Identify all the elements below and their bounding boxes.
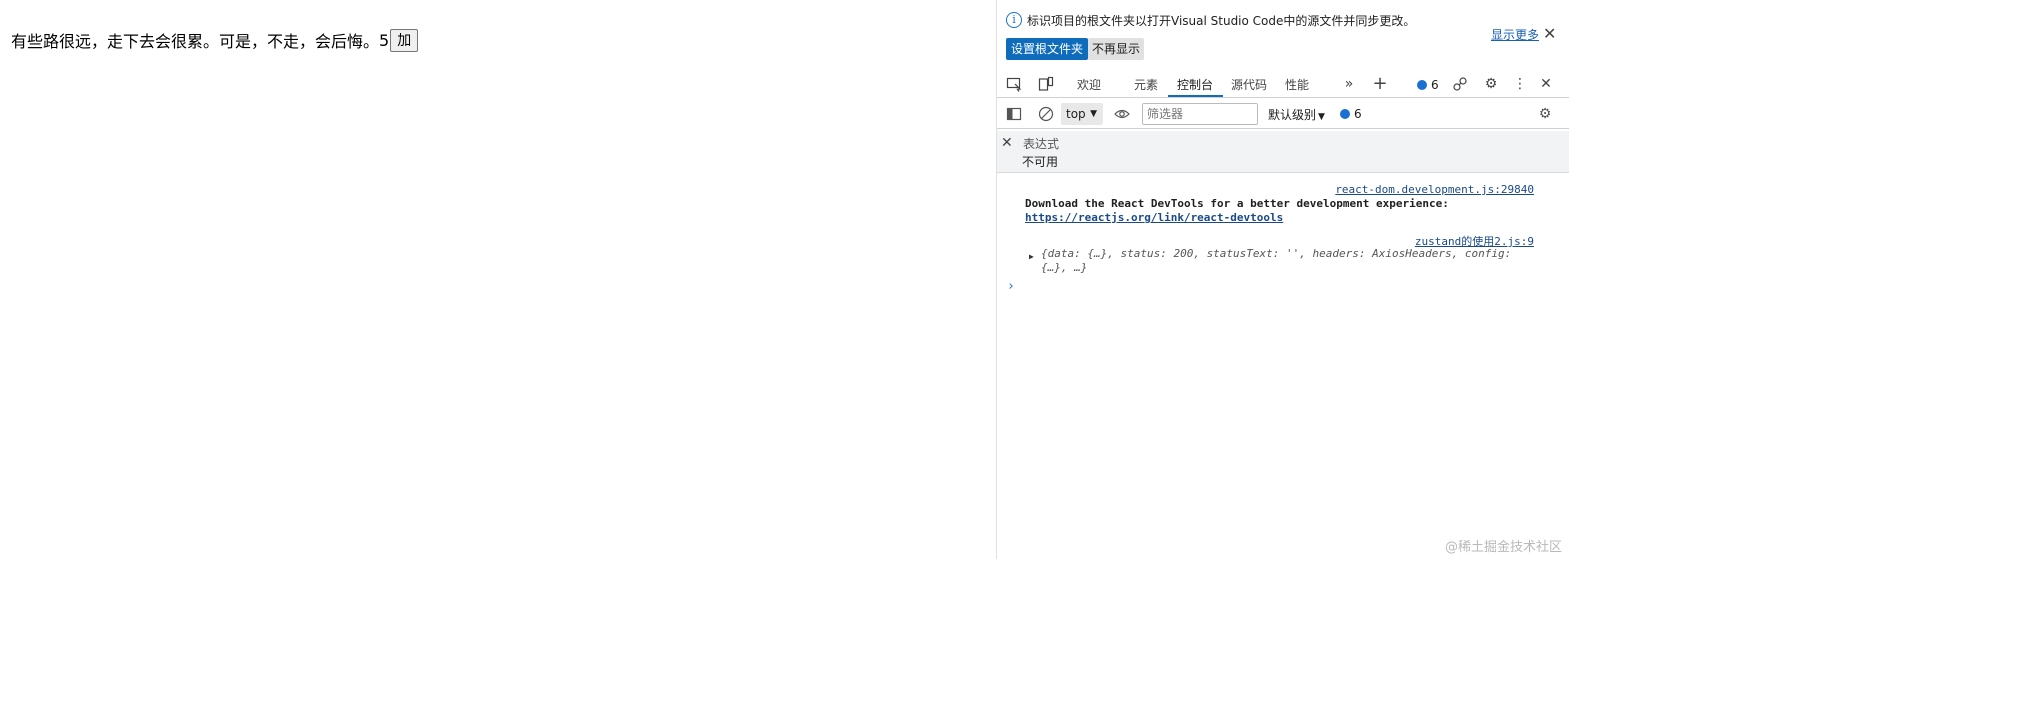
object-preview: {data: {…}, status: 200, statusText: '',… — [1041, 247, 1512, 274]
log-level-value: 默认级别 — [1268, 108, 1317, 122]
remove-expression-icon[interactable]: ✕ — [1001, 135, 1013, 151]
close-devtools-icon[interactable]: ✕ — [1538, 76, 1554, 92]
context-selector[interactable]: top ▼ — [1061, 103, 1103, 125]
more-tabs-icon[interactable]: » — [1341, 76, 1357, 92]
tab-elements[interactable]: 元素 — [1134, 76, 1158, 93]
add-tab-icon[interactable]: + — [1372, 75, 1388, 93]
toolbar-issues-count: 6 — [1354, 107, 1362, 121]
add-button[interactable]: 加 — [390, 28, 419, 52]
live-expression: ✕ 表达式 不可用 — [997, 131, 1569, 173]
react-devtools-link[interactable]: https://reactjs.org/link/react-devtools — [1025, 211, 1283, 224]
filter-input[interactable] — [1142, 103, 1258, 125]
show-more-link[interactable]: 显示更多 — [1491, 26, 1539, 43]
settings-gear-icon[interactable]: ⚙ — [1483, 76, 1499, 92]
context-value: top — [1066, 107, 1086, 121]
console-prompt-chevron-icon[interactable]: › — [1007, 279, 1015, 294]
source-link[interactable]: react-dom.development.js:29840 — [1335, 183, 1534, 196]
log-level-dropdown[interactable]: 默认级别 ▼ — [1268, 106, 1325, 123]
connection-icon[interactable] — [1452, 76, 1468, 92]
page-text: 有些路很远，走下去会很累。可是，不走，会后悔。 — [11, 32, 380, 51]
live-expression-eye-icon[interactable] — [1114, 106, 1130, 122]
dont-show-again-button[interactable]: 不再显示 — [1088, 38, 1145, 60]
inspect-element-icon[interactable] — [1006, 76, 1022, 92]
info-icon: i — [1006, 12, 1022, 28]
caret-down-icon: ▼ — [1318, 112, 1325, 122]
message-icon — [1417, 80, 1427, 90]
device-toolbar-icon[interactable] — [1038, 76, 1054, 92]
more-options-icon[interactable]: ⋮ — [1512, 76, 1528, 92]
log-message: Download the React DevTools for a better… — [1025, 197, 1449, 210]
issues-badge[interactable]: 6 — [1417, 78, 1439, 92]
message-icon — [1340, 109, 1350, 119]
log-text: Download the React DevTools for a better… — [1025, 197, 1535, 225]
tab-sources[interactable]: 源代码 — [1231, 76, 1267, 93]
web-page: 有些路很远，走下去会很累。可是，不走，会后悔。 5 加 — [0, 0, 996, 559]
devtools-panel: i 标识项目的根文件夹以打开Visual Studio Code中的源文件并同步… — [996, 0, 1569, 559]
expression-label[interactable]: 表达式 — [1023, 135, 1059, 152]
expression-value: 不可用 — [1022, 155, 1059, 169]
console-settings-gear-icon[interactable]: ⚙ — [1537, 106, 1553, 122]
caret-down-icon: ▼ — [1090, 109, 1097, 119]
set-root-folder-button[interactable]: 设置根文件夹 — [1006, 38, 1089, 60]
infobar-message: 标识项目的根文件夹以打开Visual Studio Code中的源文件并同步更改… — [1027, 14, 1416, 28]
logged-object[interactable]: ▶ {data: {…}, status: 200, statusText: '… — [1025, 247, 1535, 275]
tab-performance[interactable]: 性能 — [1285, 76, 1309, 93]
close-icon[interactable]: ✕ — [1543, 24, 1556, 43]
page-content-line: 有些路很远，走下去会很累。可是，不走，会后悔。 5 加 — [11, 28, 419, 52]
sidebar-toggle-icon[interactable] — [1006, 106, 1022, 122]
watermark: @稀土掘金技术社区 — [1444, 540, 1562, 555]
expand-triangle-icon[interactable]: ▶ — [1029, 250, 1034, 264]
active-tab-indicator — [1168, 95, 1223, 97]
issues-count-button[interactable]: 6 — [1340, 107, 1362, 121]
console-toolbar: top ▼ 默认级别▼ 6 ⚙ — [997, 100, 1569, 129]
tab-welcome[interactable]: 欢迎 — [1077, 76, 1101, 93]
tab-console[interactable]: 控制台 — [1177, 76, 1213, 93]
devtools-tabbar: 欢迎 元素 控制台 源代码 性能 » + 6 ⚙ ⋮ ✕ — [997, 70, 1569, 98]
counter-value: 5 — [379, 30, 390, 50]
clear-console-icon[interactable] — [1038, 106, 1054, 122]
issues-count: 6 — [1431, 78, 1439, 92]
infobar: i 标识项目的根文件夹以打开Visual Studio Code中的源文件并同步… — [997, 0, 1569, 66]
